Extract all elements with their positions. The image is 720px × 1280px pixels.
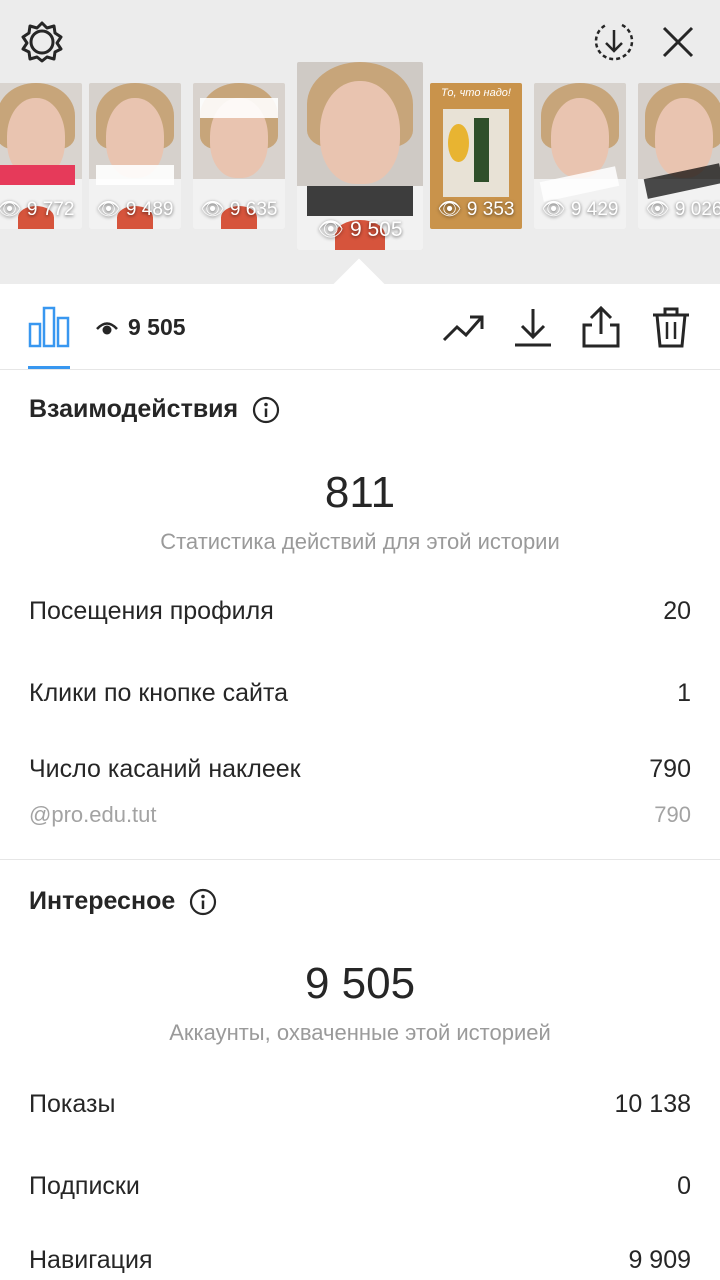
discovery-caption: Аккаунты, охваченные этой историей bbox=[169, 1020, 551, 1045]
stat-row: Показы 10 138 bbox=[29, 1090, 691, 1119]
story-view-count: 👁 9 635 bbox=[200, 199, 278, 220]
interactions-caption: Статистика действий для этой истории bbox=[160, 529, 560, 554]
story-thumbnail[interactable]: 👁 9 635 bbox=[193, 83, 285, 229]
info-icon[interactable] bbox=[189, 888, 217, 916]
stories-strip-area: 👁 9 772 👁 9 489 👁 9 635 👁 9 505 То, что … bbox=[0, 0, 720, 284]
stat-label: Подписки bbox=[29, 1172, 140, 1200]
stat-value: 0 bbox=[677, 1172, 691, 1200]
eye-icon bbox=[96, 321, 118, 334]
story-view-count: 👁 9 489 bbox=[96, 199, 174, 220]
stat-value: 9 909 bbox=[628, 1246, 691, 1274]
sticker-label: @pro.edu.tut bbox=[29, 802, 157, 827]
settings-gear-icon[interactable] bbox=[20, 20, 64, 64]
story-thumbnail[interactable]: То, что надо! 👁 9 353 bbox=[430, 83, 522, 229]
stat-row: Посещения профиля 20 bbox=[29, 597, 691, 626]
stat-row: Навигация 9 909 bbox=[29, 1246, 691, 1275]
stat-label: Число касаний наклеек bbox=[29, 755, 301, 783]
section-divider bbox=[0, 859, 720, 860]
story-caption: То, что надо! bbox=[441, 87, 511, 99]
story-view-count: 👁 9 429 bbox=[541, 199, 619, 220]
view-count: 9 505 bbox=[96, 314, 186, 341]
stat-label: Клики по кнопке сайта bbox=[29, 679, 289, 707]
sticker-value: 790 bbox=[654, 802, 691, 827]
interactions-total: 811 bbox=[324, 468, 396, 517]
story-view-count: 👁 9 026 bbox=[645, 199, 720, 220]
trend-icon[interactable] bbox=[442, 306, 484, 348]
story-view-count: 👁 9 505 bbox=[317, 218, 403, 241]
stat-row: Число касаний наклеек 790 bbox=[29, 755, 691, 784]
share-icon[interactable] bbox=[580, 306, 622, 348]
discovery-section-title: Интересное bbox=[29, 887, 217, 916]
story-action-bar: 9 505 bbox=[0, 284, 720, 370]
stat-label: Посещения профиля bbox=[29, 597, 274, 625]
trash-icon[interactable] bbox=[650, 306, 692, 348]
stat-row: Клики по кнопке сайта 1 bbox=[29, 679, 691, 708]
insights-chart-icon[interactable] bbox=[28, 304, 70, 348]
stat-value: 10 138 bbox=[614, 1090, 691, 1118]
active-tab-indicator bbox=[28, 366, 70, 369]
story-thumbnail-selected[interactable]: 👁 9 505 bbox=[297, 62, 423, 250]
story-thumbnail[interactable]: 👁 9 429 bbox=[534, 83, 626, 229]
sticker-sub-row: @pro.edu.tut 790 bbox=[29, 802, 691, 828]
story-thumbnail[interactable]: 👁 9 026 bbox=[638, 83, 720, 229]
stat-value: 1 bbox=[677, 679, 691, 707]
stat-value: 20 bbox=[663, 597, 691, 625]
stat-label: Навигация bbox=[29, 1246, 153, 1274]
save-download-circle-icon[interactable] bbox=[592, 20, 636, 64]
story-thumbnail[interactable]: 👁 9 489 bbox=[89, 83, 181, 229]
view-count-value: 9 505 bbox=[128, 314, 186, 340]
info-icon[interactable] bbox=[252, 396, 280, 424]
story-view-count: 👁 9 353 bbox=[437, 199, 515, 220]
download-icon[interactable] bbox=[512, 306, 554, 348]
stat-label: Показы bbox=[29, 1090, 116, 1118]
story-thumbnail[interactable]: 👁 9 772 bbox=[0, 83, 82, 229]
discovery-total: 9 505 bbox=[304, 959, 416, 1008]
stat-row: Подписки 0 bbox=[29, 1172, 691, 1201]
story-view-count: 👁 9 772 bbox=[0, 199, 75, 220]
stat-value: 790 bbox=[649, 755, 691, 783]
interactions-section-title: Взаимодействия bbox=[29, 395, 280, 424]
close-x-icon[interactable] bbox=[656, 20, 700, 64]
